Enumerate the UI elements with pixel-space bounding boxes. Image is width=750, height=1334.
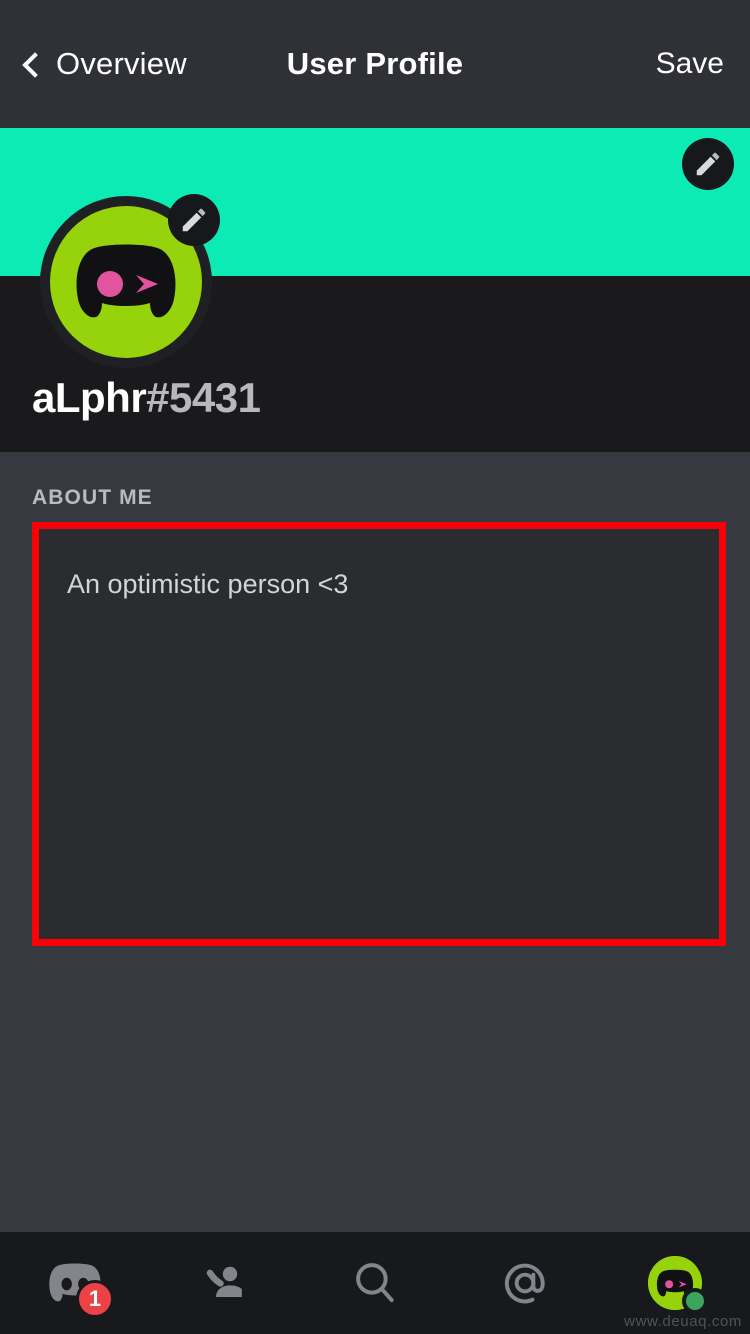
nav-item-search[interactable] <box>300 1232 450 1334</box>
discord-logo-icon: 1 <box>46 1254 114 1318</box>
username-display: aLphr#5431 <box>32 374 261 422</box>
back-button-label: Overview <box>56 46 187 81</box>
friends-icon <box>196 1254 254 1312</box>
chevron-left-icon <box>20 53 42 75</box>
site-watermark: www.deuaq.com <box>624 1313 742 1330</box>
pencil-icon <box>182 208 206 232</box>
nav-item-friends[interactable] <box>150 1232 300 1334</box>
nav-item-servers[interactable]: 1 <box>0 1232 150 1334</box>
search-icon <box>346 1254 404 1312</box>
about-me-section: ABOUT ME An optimistic person <3 <box>0 452 750 1232</box>
unread-badge: 1 <box>76 1280 114 1318</box>
pencil-icon <box>696 152 720 176</box>
discriminator-text: #5431 <box>146 374 261 421</box>
about-me-label: ABOUT ME <box>32 486 153 509</box>
back-to-overview-button[interactable]: Overview <box>20 46 187 82</box>
user-avatar-icon <box>648 1256 708 1314</box>
profile-identity-section: aLphr#5431 <box>0 194 750 452</box>
online-status-indicator <box>682 1288 708 1314</box>
nav-item-mentions[interactable] <box>450 1232 600 1334</box>
avatar[interactable] <box>40 194 220 368</box>
save-button[interactable]: Save <box>656 0 724 128</box>
app-header: Overview User Profile Save <box>0 0 750 128</box>
about-me-field-highlight: An optimistic person <3 <box>32 522 726 946</box>
username-text: aLphr <box>32 374 147 421</box>
edit-avatar-button[interactable] <box>168 194 220 246</box>
at-mention-icon <box>496 1254 554 1312</box>
user-profile-screen: Overview User Profile Save aLphr#5431 AB… <box>0 0 750 1334</box>
about-me-input[interactable]: An optimistic person <3 <box>67 567 348 602</box>
edit-banner-button[interactable] <box>682 138 734 190</box>
discord-mascot-icon <box>76 244 176 318</box>
